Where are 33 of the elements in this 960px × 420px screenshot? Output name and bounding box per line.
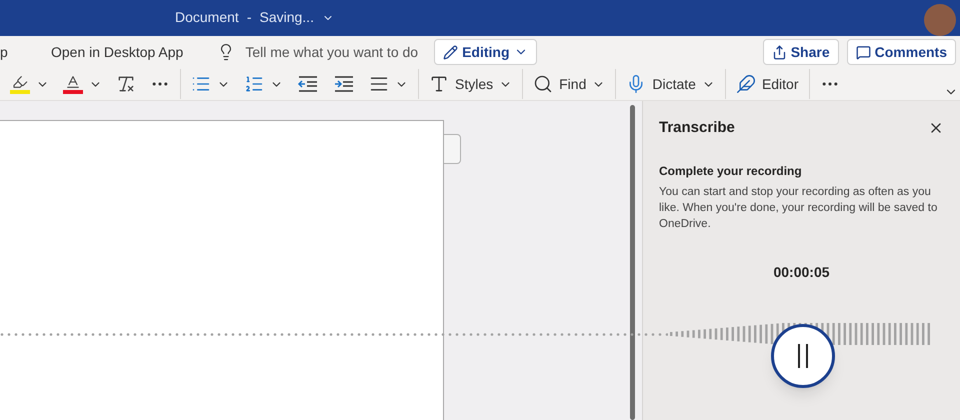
clear-formatting-icon[interactable]	[116, 74, 136, 94]
toolbar-label[interactable]: Dictate	[652, 74, 696, 95]
font-color-bar	[63, 90, 83, 94]
pencil-icon	[443, 44, 458, 60]
tell-me-search[interactable]: Tell me what you want to do	[245, 42, 418, 63]
toolbar-label[interactable]: Editor	[762, 74, 799, 95]
toolbar-label[interactable]: Styles	[455, 74, 494, 95]
highlighter-icon[interactable]	[12, 74, 28, 90]
scrollbar[interactable]	[630, 105, 635, 420]
comment-icon	[856, 44, 871, 60]
open-desktop-button[interactable]: Open in Desktop App	[47, 42, 188, 63]
ribbon-tab[interactable]: p	[0, 42, 20, 63]
pause-icon	[796, 344, 810, 368]
document-title[interactable]: Document	[175, 7, 239, 28]
editing-mode-button[interactable]: Editing	[434, 39, 537, 66]
comments-button[interactable]: Comments	[846, 39, 956, 66]
outdent-icon[interactable]	[297, 75, 319, 94]
section-heading: Complete your recording	[659, 162, 803, 180]
styles-icon[interactable]	[429, 74, 449, 94]
indent-icon[interactable]	[333, 75, 355, 94]
font-color-icon[interactable]	[65, 74, 81, 90]
numbered-list-icon[interactable]	[244, 74, 264, 94]
panel-title: Transcribe	[659, 118, 735, 138]
highlight-color-bar	[10, 90, 30, 94]
toolbar-label[interactable]: Find	[559, 74, 586, 95]
search-icon[interactable]	[533, 74, 554, 94]
save-status: Saving...	[259, 8, 314, 28]
share-button[interactable]: Share	[762, 39, 839, 66]
instructions-text: You can start and stop your recording as often as you like. When you're done, your recording will be saved to OneDrive.	[659, 184, 938, 232]
share-icon	[772, 44, 787, 60]
feather-icon[interactable]	[736, 74, 756, 94]
title-separator: -	[246, 8, 252, 28]
recording-timer: 00:00:05	[772, 262, 831, 282]
